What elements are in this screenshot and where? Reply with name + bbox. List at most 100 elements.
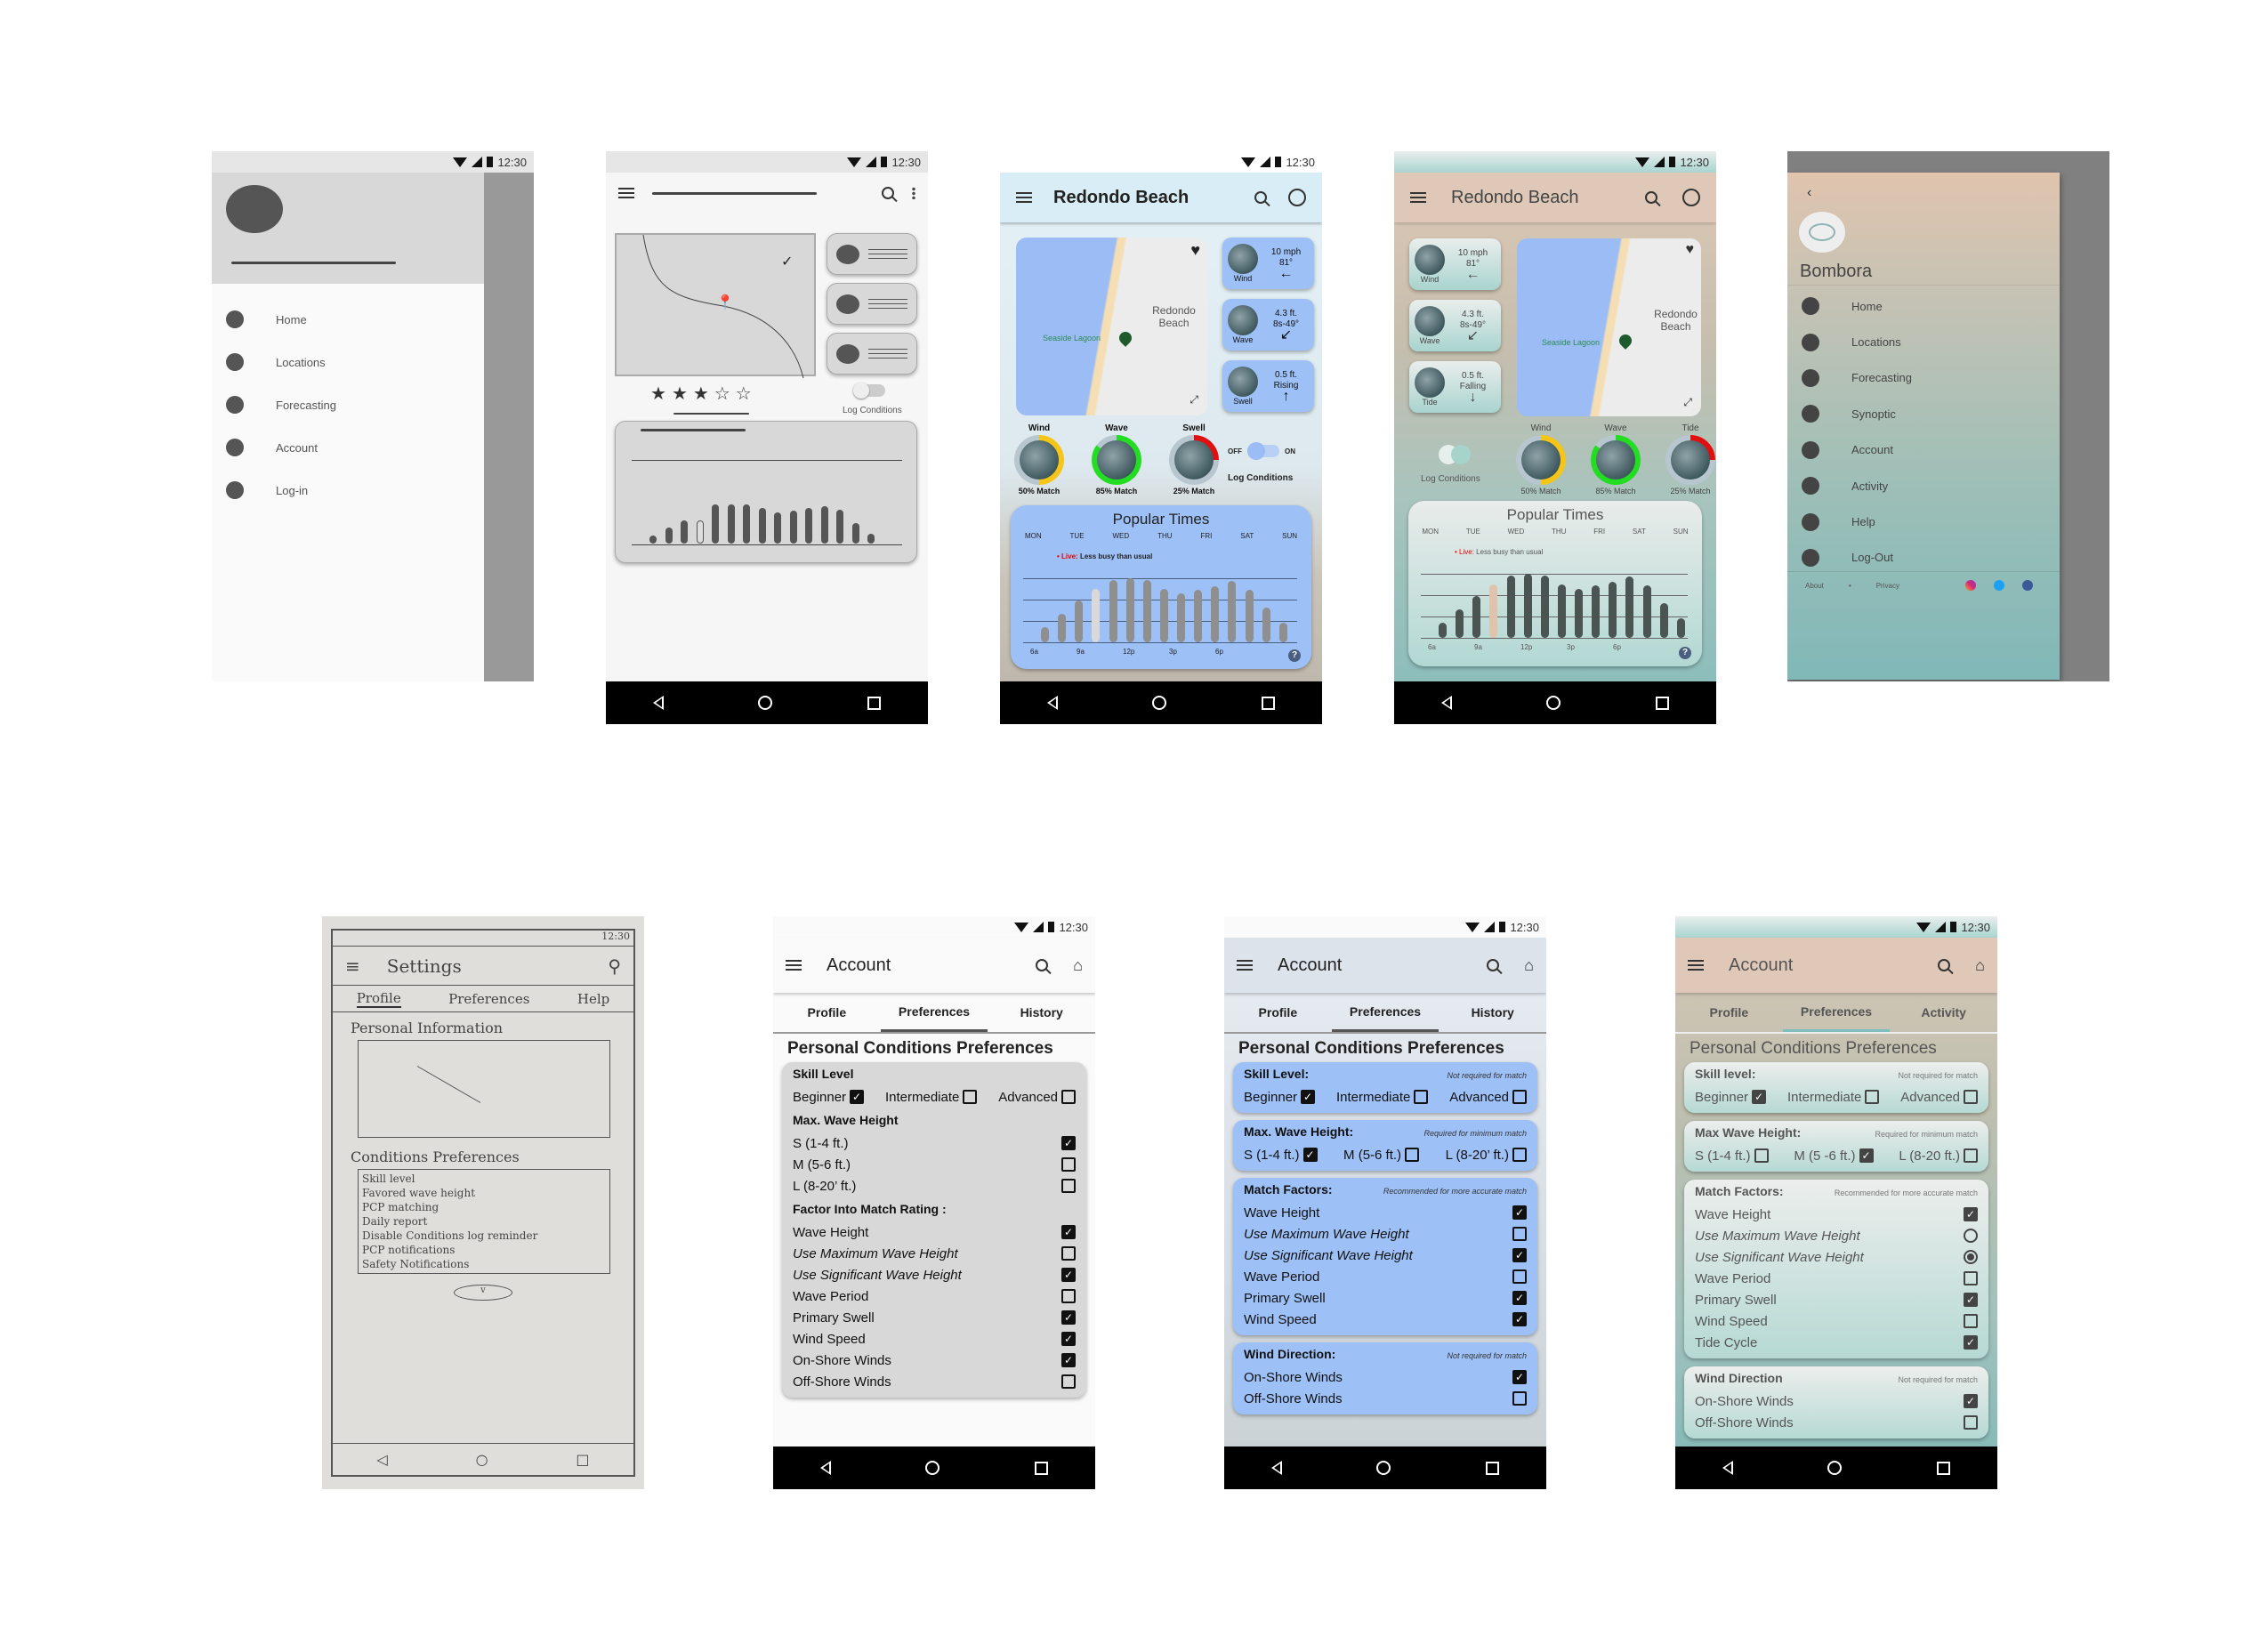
account-icon[interactable]: [1288, 189, 1306, 206]
drawer-item-account[interactable]: Account: [1787, 432, 2060, 468]
tab-history[interactable]: History: [1439, 993, 1546, 1032]
day-tab-tue[interactable]: TUE: [1070, 532, 1085, 540]
option-advanced[interactable]: Advanced: [1449, 1090, 1527, 1105]
option-row-primary-swell[interactable]: Primary Swell ✓: [1695, 1289, 1978, 1310]
option-s-1-4-ft-[interactable]: S (1-4 ft.): [1695, 1148, 1769, 1164]
favorite-heart-icon[interactable]: ♥: [1190, 241, 1200, 260]
day-tab-sat[interactable]: SAT: [1633, 528, 1646, 536]
option-l-8-20-ft-[interactable]: L (8-20 ft.): [1899, 1148, 1978, 1164]
map[interactable]: Redondo Beach Seaside Lagoon ♥ ⤢: [1517, 238, 1701, 416]
checkbox-unchecked[interactable]: [1754, 1148, 1769, 1163]
star-filled-icon[interactable]: ★: [672, 383, 688, 405]
expand-icon[interactable]: ⤢: [1190, 393, 1198, 407]
drawer-item-log-in[interactable]: Log-in: [212, 469, 484, 512]
star-filled-icon[interactable]: ★: [693, 383, 709, 405]
checkbox-checked[interactable]: ✓: [1302, 1148, 1318, 1162]
match-gauge-wave[interactable]: Wave 85% Match: [1591, 423, 1641, 496]
day-tab-sat[interactable]: SAT: [1240, 532, 1254, 540]
search-icon[interactable]: [1036, 959, 1049, 971]
checkbox-checked[interactable]: ✓: [1061, 1353, 1076, 1367]
search-icon[interactable]: [1938, 959, 1951, 971]
day-tab-thu[interactable]: THU: [1552, 528, 1566, 536]
option-beginner[interactable]: Beginner ✓: [1695, 1090, 1767, 1105]
option-row-wave-period[interactable]: Wave Period: [793, 1285, 1076, 1307]
day-tab-mon[interactable]: MON: [1025, 532, 1042, 540]
checkbox-unchecked[interactable]: [1512, 1269, 1527, 1284]
option-m-5-6-ft-[interactable]: M (5 -6 ft.) ✓: [1794, 1148, 1874, 1164]
checkbox-unchecked[interactable]: [1061, 1289, 1076, 1303]
option-advanced[interactable]: Advanced: [998, 1090, 1076, 1105]
drawer-item-locations[interactable]: Locations: [1787, 324, 2060, 359]
drawer-item-home[interactable]: Home: [1787, 288, 2060, 324]
option-row-use-maximum-wave-height[interactable]: Use Maximum Wave Height: [1244, 1223, 1527, 1245]
tab-activity[interactable]: Activity: [1890, 993, 1997, 1032]
condition-card-placeholder[interactable]: [827, 233, 917, 275]
checkbox-unchecked[interactable]: [1061, 1157, 1076, 1172]
checkbox-checked[interactable]: ✓: [1061, 1136, 1076, 1150]
condition-card-swell[interactable]: Swell 0.5 ft. Rising ↑: [1222, 360, 1314, 412]
checkbox-unchecked[interactable]: [1964, 1090, 1978, 1104]
search-icon[interactable]: [882, 187, 894, 199]
option-l-8-20-ft-[interactable]: L (8-20’ ft.): [1446, 1148, 1527, 1163]
expand-icon[interactable]: ⤢: [1683, 396, 1692, 409]
back-button[interactable]: [820, 1461, 832, 1475]
checkbox-unchecked[interactable]: [1405, 1148, 1420, 1162]
drawer-item-forecasting[interactable]: Forecasting: [1787, 360, 2060, 396]
home-button[interactable]: [1546, 696, 1561, 710]
star-empty-icon[interactable]: ☆: [714, 383, 730, 405]
tab-preferences[interactable]: Preferences: [1331, 993, 1440, 1032]
checkbox-unchecked[interactable]: [1963, 1148, 1978, 1163]
drawer-item-synoptic[interactable]: Synoptic: [1787, 396, 2060, 431]
option-row-on-shore-winds[interactable]: On-Shore Winds ✓: [1695, 1390, 1978, 1412]
checkbox-checked[interactable]: ✓: [1301, 1090, 1316, 1104]
search-icon[interactable]: [1254, 191, 1267, 204]
option-row-on-shore-winds[interactable]: On-Shore Winds ✓: [793, 1350, 1076, 1371]
more-icon[interactable]: [912, 187, 915, 199]
search-icon[interactable]: [1487, 959, 1500, 971]
condition-card-wave[interactable]: Wave 4.3 ft. 8s-49° ↙: [1222, 299, 1314, 351]
home-button[interactable]: [925, 1461, 940, 1475]
option-row-wave-height[interactable]: Wave Height ✓: [1244, 1202, 1527, 1223]
option-row-primary-swell[interactable]: Primary Swell ✓: [1244, 1287, 1527, 1309]
option-intermediate[interactable]: Intermediate: [1336, 1090, 1429, 1105]
option-row-use-significant-wave-height[interactable]: Use Significant Wave Height: [1695, 1246, 1978, 1268]
checkbox-unchecked[interactable]: [1512, 1148, 1527, 1162]
about-link[interactable]: About: [1805, 582, 1824, 590]
checkbox-checked[interactable]: ✓: [1964, 1293, 1978, 1307]
option-row-use-significant-wave-height[interactable]: Use Significant Wave Height ✓: [793, 1264, 1076, 1285]
instagram-icon[interactable]: [1965, 580, 1976, 591]
option-advanced[interactable]: Advanced: [1900, 1090, 1978, 1105]
home-icon[interactable]: ⌂: [1073, 956, 1083, 975]
star-rating[interactable]: ★ ★ ★ ☆ ☆: [650, 383, 752, 405]
option-row-on-shore-winds[interactable]: On-Shore Winds ✓: [1244, 1366, 1527, 1388]
checkbox-checked[interactable]: ✓: [1061, 1310, 1076, 1325]
day-tab-mon[interactable]: MON: [1422, 528, 1439, 536]
log-toggle[interactable]: [1439, 445, 1474, 464]
option-beginner[interactable]: Beginner ✓: [793, 1090, 865, 1105]
checkbox-checked[interactable]: ✓: [1512, 1312, 1527, 1326]
day-tab-sun[interactable]: SUN: [1673, 528, 1689, 536]
back-button[interactable]: [653, 696, 665, 710]
option-beginner[interactable]: Beginner ✓: [1244, 1090, 1316, 1105]
log-toggle[interactable]: OFF ON: [1228, 442, 1295, 460]
option-row-m-5-6-ft-[interactable]: M (5-6 ft.): [793, 1154, 1076, 1175]
checkbox-unchecked[interactable]: [1865, 1090, 1880, 1104]
option-row-off-shore-winds[interactable]: Off-Shore Winds: [1695, 1412, 1978, 1433]
log-toggle[interactable]: [853, 383, 885, 399]
tab-preferences[interactable]: Preferences: [880, 993, 988, 1032]
checkbox-checked[interactable]: ✓: [1061, 1225, 1076, 1239]
day-tab-sun[interactable]: SUN: [1282, 532, 1297, 540]
option-row-wind-speed[interactable]: Wind Speed ✓: [793, 1328, 1076, 1350]
match-gauge-wind[interactable]: Wind 50% Match: [1014, 423, 1064, 496]
checkbox-checked[interactable]: ✓: [1061, 1268, 1076, 1282]
star-filled-icon[interactable]: ★: [650, 383, 666, 405]
home-button[interactable]: [758, 696, 773, 710]
option-row-off-shore-winds[interactable]: Off-Shore Winds: [793, 1371, 1076, 1392]
checkbox-checked[interactable]: ✓: [850, 1090, 865, 1104]
drawer-item-activity[interactable]: Activity: [1787, 468, 2060, 504]
day-tab-fri[interactable]: FRI: [1200, 532, 1212, 540]
option-row-tide-cycle[interactable]: Tide Cycle ✓: [1695, 1332, 1978, 1353]
drawer-item-account[interactable]: Account: [212, 426, 484, 469]
radio-button[interactable]: [1964, 1229, 1978, 1243]
checkbox-unchecked[interactable]: [1964, 1415, 1978, 1430]
